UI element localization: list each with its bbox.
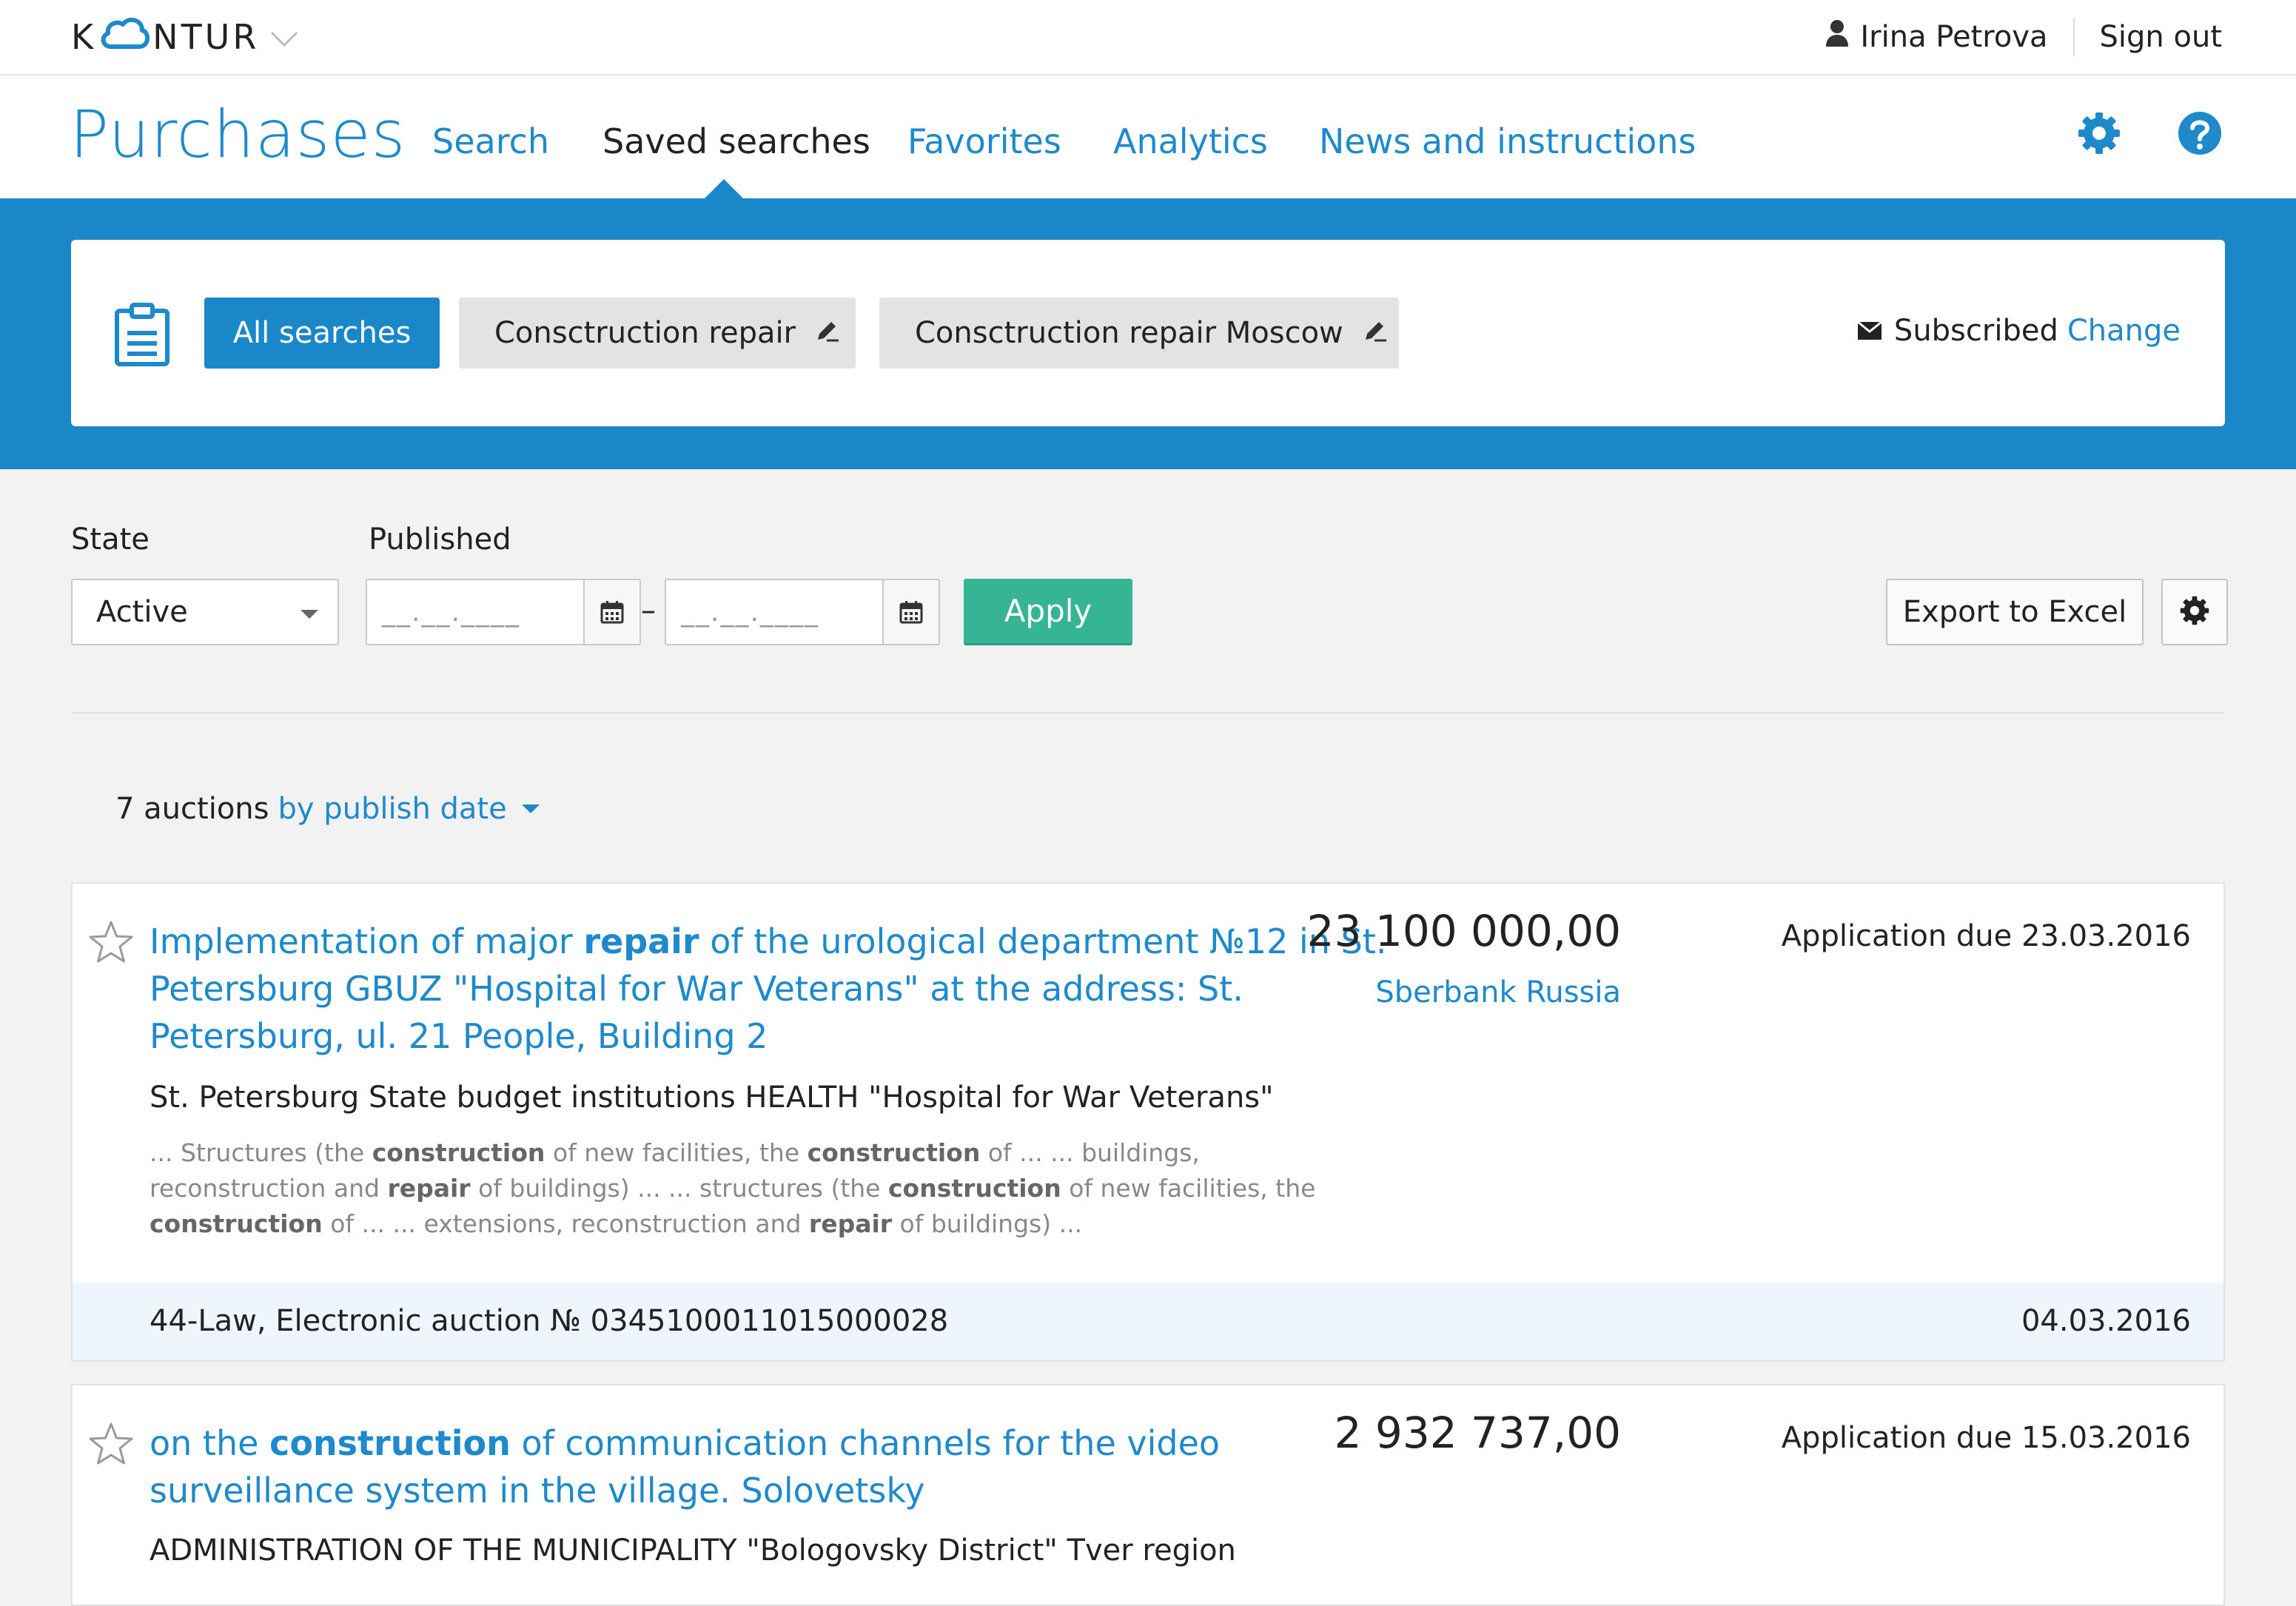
platform-link[interactable]: Sberbank Russia xyxy=(1375,975,1621,1009)
gear-icon[interactable] xyxy=(2075,110,2123,157)
published-label: Published xyxy=(369,523,511,557)
caret-down-icon[interactable] xyxy=(521,804,540,813)
saved-searches-card: All searches Consctruction repair Consct… xyxy=(71,240,2225,426)
star-icon[interactable] xyxy=(87,919,135,965)
nav-analytics[interactable]: Analytics xyxy=(1113,121,1268,161)
change-subscription-link[interactable]: Change xyxy=(2067,314,2181,348)
snippet-text: of buildings) ... ... structures (the xyxy=(470,1174,888,1203)
envelope-icon xyxy=(1856,314,1882,348)
calendar-icon[interactable] xyxy=(583,580,640,644)
title-text: on the xyxy=(150,1423,270,1463)
kontur-logo[interactable]: K NTUR xyxy=(71,13,299,61)
top-bar: K NTUR Irina Petrova Sign out xyxy=(0,0,2296,75)
subscribed-label: Subscribed xyxy=(1893,314,2058,348)
snippet-text: of new facilities, the xyxy=(1061,1174,1316,1203)
title-highlight: construction xyxy=(269,1423,511,1463)
results-summary: 7 auctions by publish date xyxy=(115,792,540,826)
help-icon[interactable] xyxy=(2176,110,2223,157)
auction-price: 23 100 000,00 xyxy=(1306,906,1621,956)
user-icon xyxy=(1825,19,1850,56)
state-select[interactable]: Active xyxy=(71,579,339,645)
cloud-icon xyxy=(98,14,151,61)
title-highlight: repair xyxy=(583,921,699,961)
snippet-text: of new facilities, the xyxy=(545,1138,808,1167)
logo-text-start: K xyxy=(71,17,97,57)
user-name[interactable]: Irina Petrova xyxy=(1860,20,2047,54)
customer-organization: ADMINISTRATION OF THE MUNICIPALITY "Bolo… xyxy=(150,1533,1236,1568)
publish-date: 04.03.2016 xyxy=(2021,1304,2191,1338)
chip-consctruction-repair-moscow[interactable]: Consctruction repair Moscow xyxy=(879,298,1399,369)
calendar-icon[interactable] xyxy=(882,580,939,644)
date-to-input[interactable]: __.__.____ xyxy=(666,580,882,644)
auction-card: on the construction of communication cha… xyxy=(71,1384,2225,1606)
date-from-input[interactable]: __.__.____ xyxy=(367,580,583,644)
chip-all-searches[interactable]: All searches xyxy=(204,298,440,369)
export-to-excel-button[interactable]: Export to Excel xyxy=(1886,579,2144,645)
active-tab-caret xyxy=(705,179,743,198)
snippet-highlight: repair xyxy=(808,1209,893,1238)
gear-icon xyxy=(2178,594,2211,630)
main-nav: Purchases Search Saved searches Favorite… xyxy=(0,75,2296,198)
state-value: Active xyxy=(96,595,188,629)
auction-title-link[interactable]: Implementation of major repair of the ur… xyxy=(150,918,1400,1060)
results-count: 7 auctions xyxy=(115,792,269,826)
state-label: State xyxy=(71,523,150,557)
snippet-text: ... Structures (the xyxy=(150,1138,372,1167)
chip-label: Consctruction repair Moscow xyxy=(915,316,1343,350)
star-icon[interactable] xyxy=(87,1421,135,1467)
customer-organization: St. Petersburg State budget institutions… xyxy=(150,1081,1274,1115)
nav-saved-searches[interactable]: Saved searches xyxy=(602,121,870,161)
sign-out-link[interactable]: Sign out xyxy=(2100,20,2222,54)
auction-price: 2 932 737,00 xyxy=(1334,1408,1621,1458)
clipboard-icon xyxy=(113,302,172,367)
sort-by-link[interactable]: by publish date xyxy=(278,792,506,826)
nav-search[interactable]: Search xyxy=(432,121,549,161)
application-due: Application due 15.03.2016 xyxy=(1781,1421,2191,1455)
chip-label: Consctruction repair xyxy=(494,316,796,350)
auction-title-link[interactable]: on the construction of communication cha… xyxy=(150,1419,1400,1514)
subscription-status: Subscribed Change xyxy=(1856,314,2181,348)
divider xyxy=(2072,18,2075,56)
snippet-text: of ... ... extensions, reconstruction an… xyxy=(322,1209,809,1238)
logo-text-end: NTUR xyxy=(152,17,260,57)
nav-news-and-instructions[interactable]: News and instructions xyxy=(1319,121,1696,161)
chevron-down-icon[interactable] xyxy=(269,17,299,57)
snippet-text: of buildings) ... xyxy=(892,1209,1083,1238)
title-text: Implementation of major xyxy=(150,921,584,961)
snippet-highlight: repair xyxy=(387,1174,471,1203)
snippet-highlight: construction xyxy=(150,1209,323,1238)
date-to-field[interactable]: __.__.____ xyxy=(665,579,940,645)
application-due: Application due 23.03.2016 xyxy=(1781,919,2191,953)
snippet-highlight: construction xyxy=(372,1138,546,1167)
auction-card: Implementation of major repair of the ur… xyxy=(71,882,2225,1362)
settings-button[interactable] xyxy=(2161,579,2228,645)
apply-button[interactable]: Apply xyxy=(964,579,1132,645)
divider xyxy=(71,712,2225,713)
auction-footer: 44-Law, Electronic auction № 03451000110… xyxy=(73,1283,2223,1360)
chip-consctruction-repair[interactable]: Consctruction repair xyxy=(459,298,856,369)
date-from-field[interactable]: __.__.____ xyxy=(366,579,641,645)
snippet-highlight: construction xyxy=(887,1174,1061,1203)
snippet-highlight: construction xyxy=(807,1138,981,1167)
pencil-icon[interactable] xyxy=(1363,316,1388,350)
date-range-separator: – xyxy=(641,594,656,628)
text-snippet: ... Structures (the construction of new … xyxy=(150,1135,1378,1242)
law-and-auction-number: 44-Law, Electronic auction № 03451000110… xyxy=(150,1304,949,1338)
user-area: Irina Petrova Sign out xyxy=(1825,13,2222,61)
nav-favorites[interactable]: Favorites xyxy=(907,121,1061,161)
dropdown-arrow-icon xyxy=(301,610,318,619)
pencil-icon[interactable] xyxy=(815,316,840,350)
saved-searches-band: All searches Consctruction repair Consct… xyxy=(0,198,2296,469)
chip-label: All searches xyxy=(232,316,412,350)
app-title[interactable]: Purchases xyxy=(70,96,406,172)
